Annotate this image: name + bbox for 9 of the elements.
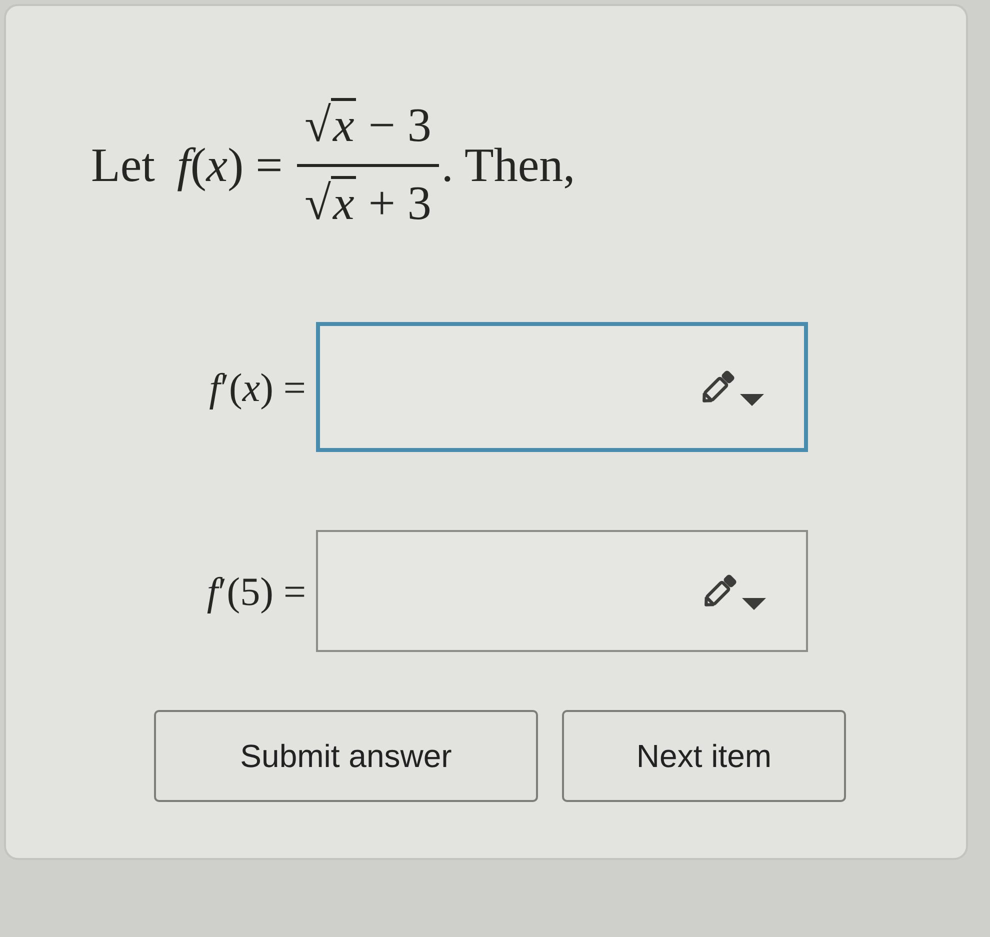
caret-icon[interactable] bbox=[742, 598, 766, 610]
answer-field[interactable] bbox=[316, 530, 808, 652]
question-text: Let f(x) = √x − 3 √x + 3 . Then, bbox=[91, 80, 576, 250]
answer-field[interactable] bbox=[316, 322, 808, 452]
caret-icon[interactable] bbox=[740, 394, 764, 406]
equation-label: f′(5) = bbox=[206, 568, 306, 614]
equation-label: f′(x) = bbox=[209, 364, 306, 410]
submit-button[interactable]: Submit answer bbox=[154, 710, 538, 802]
next-button[interactable]: Next item bbox=[562, 710, 846, 802]
